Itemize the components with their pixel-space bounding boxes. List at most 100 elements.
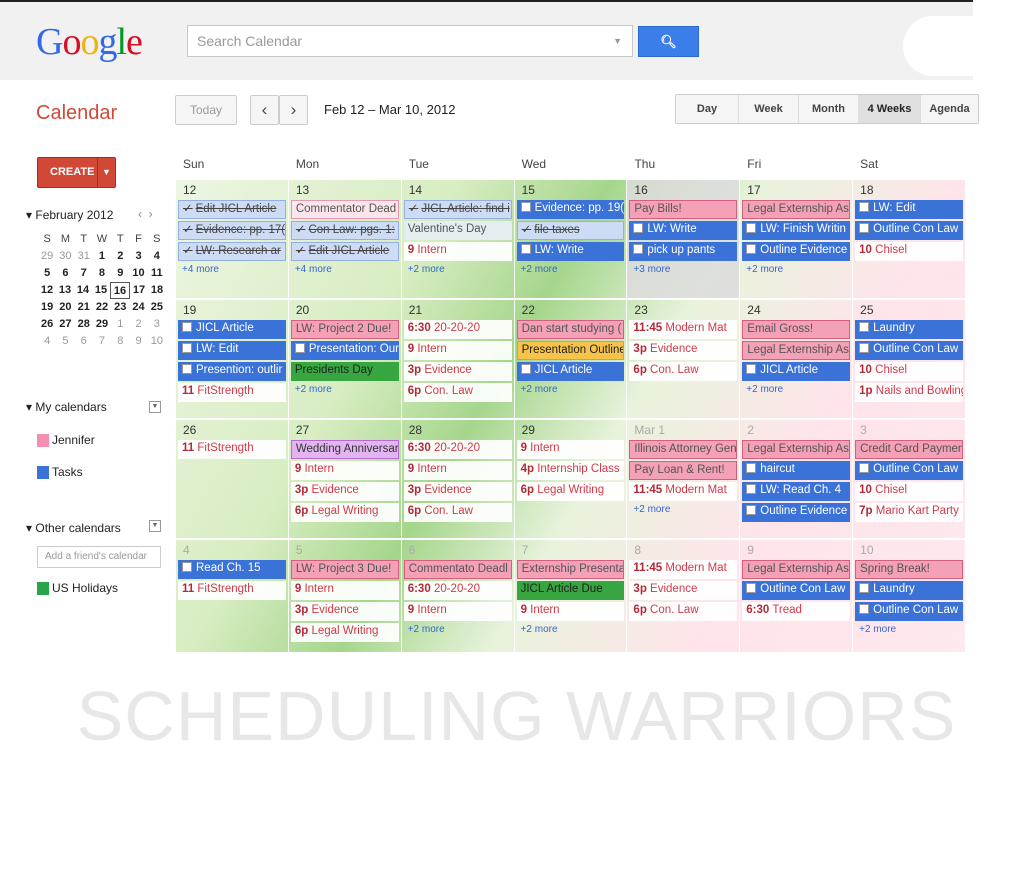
event-chip[interactable]: 6p Con. Law bbox=[629, 602, 738, 621]
event-chip[interactable]: LW: Write bbox=[516, 242, 625, 261]
mini-calendar-day[interactable]: 14 bbox=[74, 282, 92, 299]
day-cell[interactable]: 22 Dan start studying (Presentation Outli… bbox=[513, 298, 627, 418]
mini-calendar-day[interactable]: 10 bbox=[148, 333, 166, 350]
day-cell[interactable]: 17 Legal Externship As LW: Finish Writin Ou… bbox=[739, 178, 853, 298]
mini-calendar-day[interactable]: 3 bbox=[148, 316, 166, 333]
event-chip[interactable]: Legal Externship As bbox=[742, 341, 851, 360]
prev-period-button[interactable]: ‹ bbox=[250, 95, 279, 125]
day-number[interactable]: 5 bbox=[289, 540, 401, 559]
view-button-4-weeks[interactable]: 4 Weeks bbox=[858, 95, 920, 123]
day-number[interactable]: 2 bbox=[740, 420, 852, 439]
day-number[interactable]: 8 bbox=[627, 540, 739, 559]
mini-calendar-day[interactable]: 28 bbox=[75, 316, 93, 333]
mini-calendar-title[interactable]: ▾ February 2012 bbox=[26, 208, 113, 222]
my-calendars-title[interactable]: ▾ My calendars bbox=[26, 400, 107, 414]
my-calendars-menu-icon[interactable]: ▼ bbox=[149, 401, 161, 413]
day-cell[interactable]: 21 6:30 20-20-20 9 Intern 3p Evidence 6p Con… bbox=[400, 298, 514, 418]
event-chip[interactable]: 9 Intern bbox=[290, 581, 399, 600]
mini-calendar-day[interactable]: 9 bbox=[111, 265, 129, 282]
event-chip[interactable]: Legal Externship As bbox=[742, 560, 851, 579]
mini-calendar-day[interactable]: 15 bbox=[92, 282, 110, 299]
more-events-link[interactable]: +3 more bbox=[627, 263, 739, 277]
day-number[interactable]: 27 bbox=[289, 420, 401, 439]
event-chip[interactable]: 3p Evidence bbox=[403, 362, 512, 381]
mini-calendar-day[interactable]: 12 bbox=[38, 282, 56, 299]
search-input[interactable]: Search Calendar ▼ bbox=[187, 25, 633, 57]
event-chip[interactable]: ✓ file taxes bbox=[516, 221, 625, 240]
event-chip[interactable]: Spring Break! bbox=[855, 560, 963, 579]
event-chip[interactable]: 9 Intern bbox=[516, 440, 625, 459]
event-chip[interactable]: 6p Legal Writing bbox=[516, 482, 625, 501]
mini-calendar-day[interactable]: 19 bbox=[38, 299, 56, 316]
event-chip[interactable]: Outline Con Law bbox=[855, 602, 963, 621]
mini-calendar-day[interactable]: 31 bbox=[75, 248, 93, 265]
event-chip[interactable]: Externship Presenta bbox=[516, 560, 625, 579]
event-chip[interactable]: ✓ Con Law: pgs. 1: bbox=[290, 221, 399, 240]
event-chip[interactable]: Commentato Deadl bbox=[403, 560, 512, 579]
event-chip[interactable]: 11:45 Modern Mat bbox=[629, 320, 738, 339]
mini-calendar-day[interactable]: 8 bbox=[93, 265, 111, 282]
day-number[interactable]: 6 bbox=[402, 540, 514, 559]
event-chip[interactable]: Pay Loan & Rent! bbox=[629, 461, 738, 480]
event-chip[interactable]: Read Ch. 15 bbox=[178, 560, 286, 579]
day-number[interactable]: 16 bbox=[627, 180, 739, 199]
event-chip[interactable]: 3p Evidence bbox=[290, 482, 399, 501]
other-calendars-title[interactable]: ▾ Other calendars bbox=[26, 521, 121, 535]
mini-calendar-day[interactable]: 16 bbox=[110, 282, 130, 299]
event-chip[interactable]: Laundry bbox=[855, 581, 963, 600]
day-number[interactable]: 12 bbox=[176, 180, 288, 199]
event-chip[interactable]: 6p Legal Writing bbox=[290, 623, 399, 642]
day-number[interactable]: 7 bbox=[515, 540, 627, 559]
day-number[interactable]: Mar 1 bbox=[627, 420, 739, 439]
event-chip[interactable]: 7p Mario Kart Party bbox=[855, 503, 963, 522]
mini-calendar-day[interactable]: 29 bbox=[93, 316, 111, 333]
day-cell[interactable]: 26 11 FitStrength bbox=[175, 418, 288, 538]
event-chip[interactable]: Evidence: pp. 19( bbox=[516, 200, 625, 219]
task-checkbox-icon[interactable] bbox=[182, 562, 192, 572]
event-chip[interactable]: haircut bbox=[742, 461, 851, 480]
event-chip[interactable]: 3p Evidence bbox=[629, 341, 738, 360]
create-dropdown-icon[interactable]: ▼ bbox=[97, 158, 115, 187]
event-chip[interactable]: 4p Internship Class bbox=[516, 461, 625, 480]
day-cell[interactable]: 18 LW: Edit Outline Con Law 10 Chisel bbox=[852, 178, 965, 298]
event-chip[interactable]: JICL Article bbox=[742, 362, 851, 381]
event-chip[interactable]: Outline Con Law bbox=[855, 461, 963, 480]
day-cell[interactable]: 3 Credit Card Paymen Outline Con Law 10 Chi… bbox=[852, 418, 965, 538]
day-cell[interactable]: 24 Email Gross! Legal Externship As JICL Ar… bbox=[739, 298, 853, 418]
task-checkbox-icon[interactable] bbox=[182, 343, 192, 353]
event-chip[interactable]: Outline Con Law bbox=[855, 341, 963, 360]
more-events-link[interactable]: +2 more bbox=[740, 263, 852, 277]
day-cell[interactable]: 13 Commentator Dead ✓ Con Law: pgs. 1: ✓ Edit… bbox=[287, 178, 401, 298]
day-number[interactable]: 23 bbox=[627, 300, 739, 319]
view-button-week[interactable]: Week bbox=[738, 95, 798, 123]
day-number[interactable]: 19 bbox=[176, 300, 288, 319]
more-events-link[interactable]: +2 more bbox=[853, 623, 965, 637]
more-events-link[interactable]: +4 more bbox=[176, 263, 288, 277]
more-events-link[interactable]: +2 more bbox=[402, 263, 514, 277]
task-checkbox-icon[interactable] bbox=[520, 202, 531, 212]
event-chip[interactable]: Legal Externship As bbox=[742, 200, 851, 219]
task-checkbox-icon[interactable] bbox=[633, 244, 644, 254]
event-chip[interactable]: Outline Con Law bbox=[742, 581, 851, 600]
google-logo[interactable]: Google bbox=[36, 20, 143, 64]
task-checkbox-icon[interactable] bbox=[859, 223, 870, 233]
day-number[interactable]: 10 bbox=[853, 540, 965, 559]
mini-calendar-day[interactable]: 7 bbox=[75, 265, 93, 282]
event-chip[interactable]: Outline Evidence bbox=[742, 503, 851, 522]
day-number[interactable]: 22 bbox=[515, 300, 627, 319]
task-checkbox-icon[interactable] bbox=[520, 364, 531, 374]
day-cell[interactable]: 9 Legal Externship As Outline Con Law 6:30 … bbox=[739, 538, 853, 652]
mini-calendar-day[interactable]: 11 bbox=[148, 265, 166, 282]
event-chip[interactable]: 9 Intern bbox=[290, 461, 399, 480]
event-chip[interactable]: LW: Write bbox=[629, 221, 738, 240]
task-checkbox-icon[interactable] bbox=[294, 343, 305, 353]
day-number[interactable]: 28 bbox=[402, 420, 514, 439]
event-chip[interactable]: LW: Edit bbox=[855, 200, 963, 219]
event-chip[interactable]: Commentator Dead bbox=[290, 200, 399, 219]
day-number[interactable]: 20 bbox=[289, 300, 401, 319]
event-chip[interactable]: 11 FitStrength bbox=[178, 383, 286, 402]
day-cell[interactable]: 4 Read Ch. 15 11 FitStrength bbox=[175, 538, 288, 652]
event-chip[interactable]: 6:30 20-20-20 bbox=[403, 320, 512, 339]
today-button[interactable]: Today bbox=[175, 95, 237, 125]
event-chip[interactable]: 6p Con. Law bbox=[403, 383, 512, 402]
